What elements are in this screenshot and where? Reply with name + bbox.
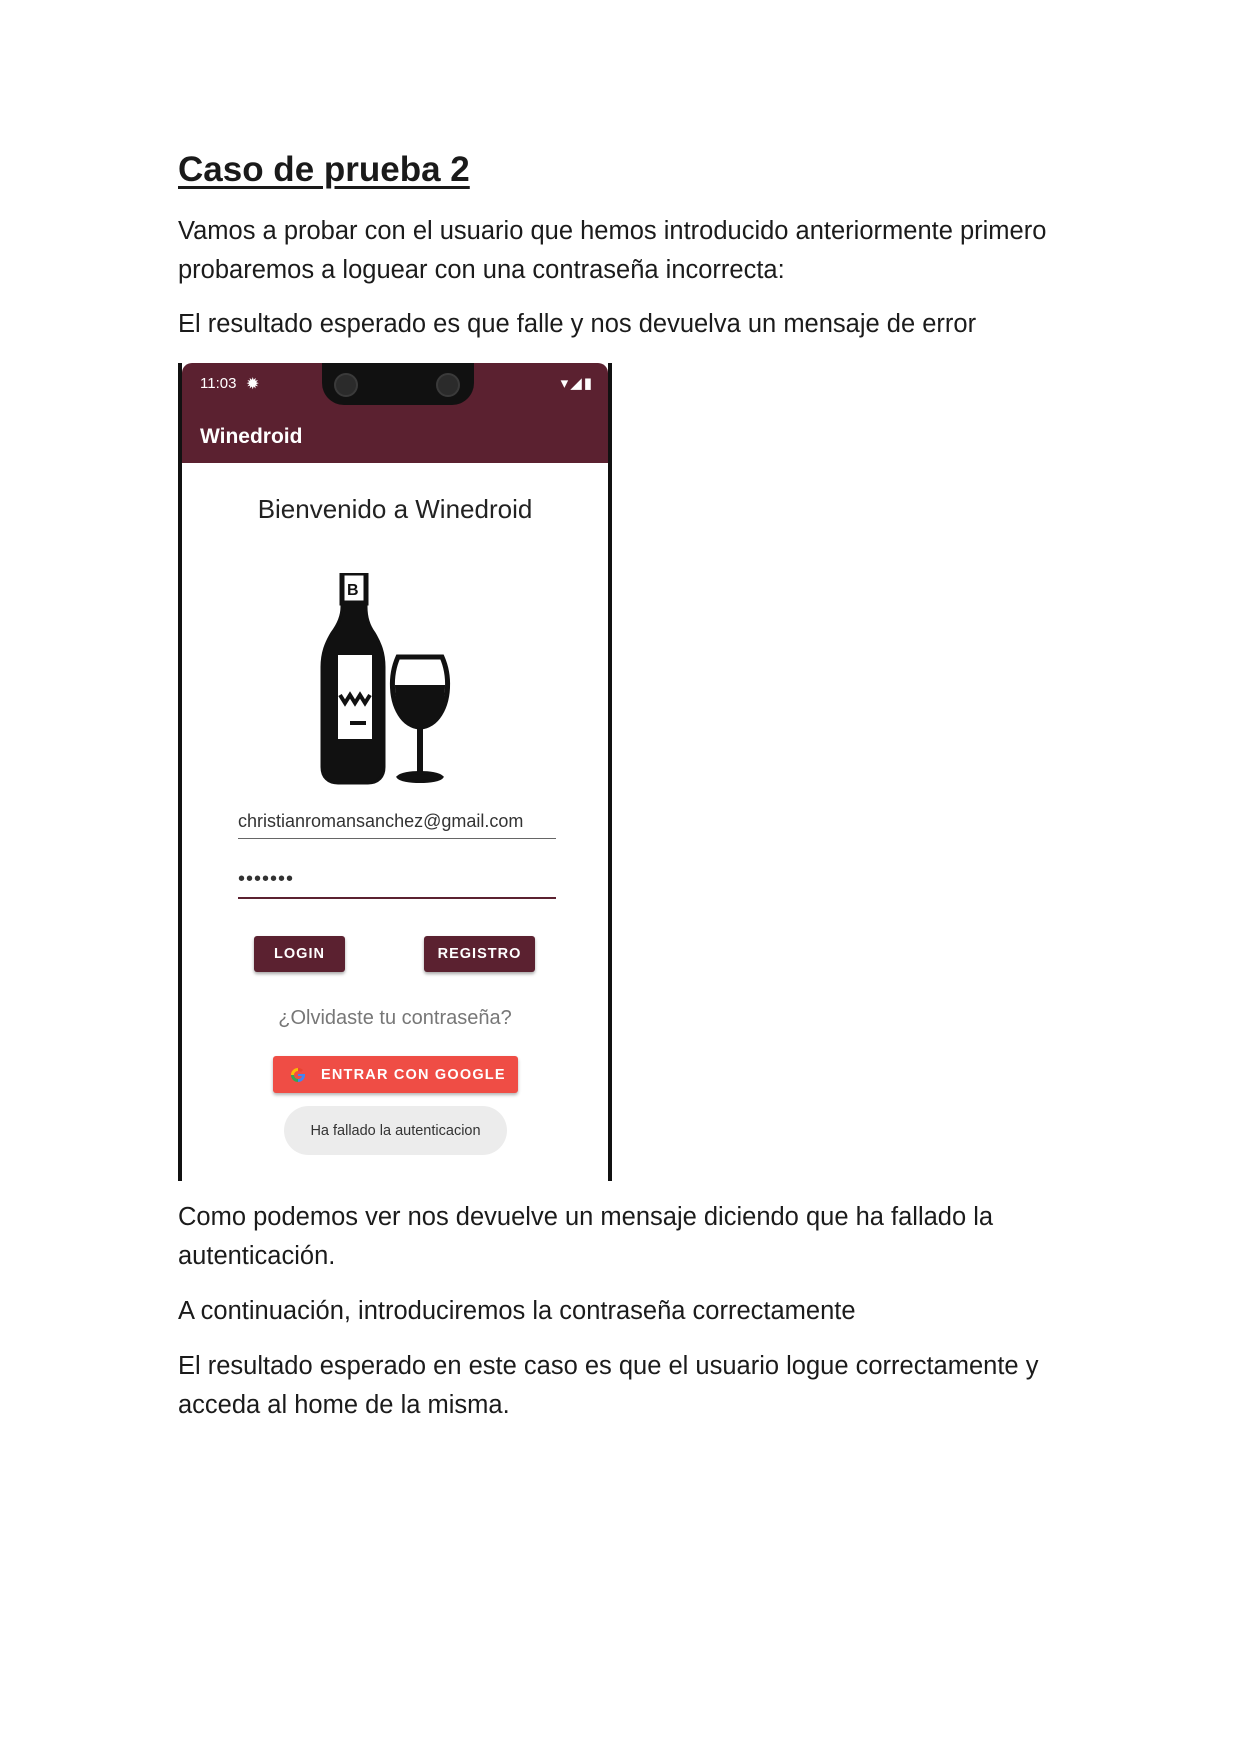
error-toast: Ha fallado la autenticacion [284,1106,507,1155]
camera-notch [322,363,474,405]
google-icon [291,1067,305,1082]
page-title: Caso de prueba 2 [178,150,470,189]
password-field[interactable]: ••••••• [238,868,556,899]
email-field[interactable]: christianromansanchez@gmail.com [238,811,556,839]
next-step-paragraph: A continuación, introduciremos la contra… [178,1297,856,1325]
google-signin-button[interactable]: ENTRAR CON GOOGLE [273,1056,518,1093]
status-bar: 11:03 ✹ ▾◢▮ [182,363,608,415]
logo-letter: B [347,582,359,599]
google-button-label: ENTRAR CON GOOGLE [321,1066,506,1083]
login-button[interactable]: LOGIN [254,936,345,972]
app-bar: Winedroid [182,415,608,463]
expected-result-2: El resultado esperado en este caso es qu… [178,1352,1039,1419]
expected-result-1: El resultado esperado es que falle y nos… [178,310,977,338]
status-time: 11:03 [200,375,237,392]
intro-paragraph: Vamos a probar con el usuario que hemos … [178,217,1047,284]
forgot-password-link[interactable]: ¿Olvidaste tu contraseña? [182,1007,608,1030]
wine-logo-icon: B [320,573,451,785]
register-button[interactable]: REGISTRO [424,936,535,972]
phone-screenshot: 11:03 ✹ ▾◢▮ Winedroid Bienvenido a Wined… [178,363,612,1181]
camera-icon [334,373,358,397]
signal-battery-icons: ▾◢▮ [560,375,594,392]
app-title: Winedroid [200,425,303,448]
camera-icon [436,373,460,397]
observation-paragraph: Como podemos ver nos devuelve un mensaje… [178,1203,994,1270]
gear-icon: ✹ [246,376,260,393]
welcome-heading: Bienvenido a Winedroid [257,494,533,524]
